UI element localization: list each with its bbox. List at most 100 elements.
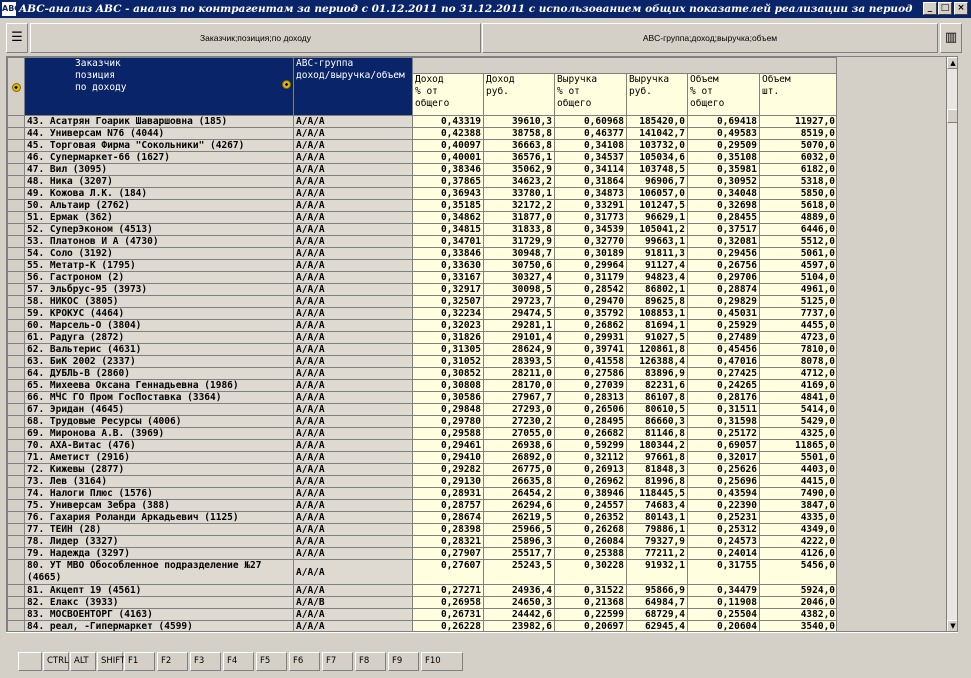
cell-revenue_pct[interactable]: 0,26084	[554, 535, 627, 548]
cell-income_pct[interactable]: 0,29461	[412, 439, 484, 452]
cell-income_pct[interactable]: 0,36943	[412, 187, 484, 200]
row-marker[interactable]	[7, 511, 25, 524]
cell-volume_qty[interactable]: 4325,0	[758, 427, 836, 440]
cell-revenue_rub[interactable]: 91127,4	[626, 259, 688, 272]
cell-volume_pct[interactable]: 0,31755	[687, 559, 760, 585]
cell-income_pct[interactable]: 0,32917	[412, 283, 484, 296]
cell-revenue_rub[interactable]: 95866,9	[626, 584, 688, 597]
cell-revenue_rub[interactable]: 185420,0	[626, 115, 688, 128]
row-marker[interactable]	[7, 475, 25, 488]
cell-volume_qty[interactable]: 11927,0	[758, 115, 836, 128]
table-row[interactable]: 48. Ника (3207) A/A/A 0,37865 34623,2 0,3186…	[7, 175, 836, 188]
cell-name[interactable]: 66. МЧС ГО Пром ГосПоставка (3364)	[24, 391, 294, 404]
cell-name[interactable]: 55. Метатр-К (1795)	[24, 259, 294, 272]
column-header-income-rub[interactable]: Доход руб.	[483, 73, 555, 116]
cell-income_rub[interactable]: 25243,5	[483, 559, 555, 585]
f8-key[interactable]: F8	[355, 652, 386, 671]
maximize-button[interactable]: □	[938, 2, 952, 15]
table-row[interactable]: 58. НИКОС (3805) A/A/A 0,32507 29723,7 0,294…	[7, 295, 836, 308]
cell-income_rub[interactable]: 25896,3	[483, 535, 555, 548]
cell-revenue_rub[interactable]: 86660,3	[626, 415, 688, 428]
cell-group[interactable]: A/A/A	[293, 439, 413, 452]
cell-income_pct[interactable]: 0,28398	[412, 523, 484, 536]
cell-name[interactable]: 50. Альтаир (2762)	[24, 199, 294, 212]
row-marker[interactable]	[7, 295, 25, 308]
cell-income_rub[interactable]: 36576,1	[483, 151, 555, 164]
f5-key[interactable]: F5	[256, 652, 287, 671]
cell-revenue_pct[interactable]: 0,26862	[554, 319, 627, 332]
cell-name[interactable]: 45. Торговая Фирма "Сокольники" (4267)	[24, 139, 294, 152]
cell-volume_qty[interactable]: 4455,0	[758, 319, 836, 332]
cell-revenue_rub[interactable]: 106057,0	[626, 187, 688, 200]
cell-name[interactable]: 82. Елакс (3933)	[24, 596, 294, 609]
row-marker[interactable]	[7, 403, 25, 416]
cell-name[interactable]: 71. Аметист (2916)	[24, 451, 294, 464]
cell-group[interactable]: A/A/A	[293, 523, 413, 536]
row-header-sort-icon[interactable]: ◆	[7, 57, 25, 116]
row-marker[interactable]	[7, 427, 25, 440]
cell-name[interactable]: 48. Ника (3207)	[24, 175, 294, 188]
cell-revenue_pct[interactable]: 0,34539	[554, 223, 627, 236]
cell-volume_pct[interactable]: 0,29829	[687, 295, 760, 308]
cell-name[interactable]: 83. МОСВОЕНТОРГ (4163)	[24, 608, 294, 621]
cell-name[interactable]: 49. Кожова Л.К. (184)	[24, 187, 294, 200]
cell-volume_pct[interactable]: 0,28455	[687, 211, 760, 224]
table-row[interactable]: 46. Супермаркет-66 (1627) A/A/A 0,40001 365…	[7, 151, 836, 164]
cell-income_pct[interactable]: 0,32023	[412, 319, 484, 332]
cell-income_rub[interactable]: 27055,0	[483, 427, 555, 440]
cell-revenue_pct[interactable]: 0,29964	[554, 259, 627, 272]
table-row[interactable]: 54. Соло (3192) A/A/A 0,33846 30948,7 0,3018…	[7, 247, 836, 260]
cell-name[interactable]: 78. Лидер (3327)	[24, 535, 294, 548]
cell-name[interactable]: 73. Лев (3164)	[24, 475, 294, 488]
cell-name[interactable]: 60. Марсель-О (3804)	[24, 319, 294, 332]
cell-volume_pct[interactable]: 0,31511	[687, 403, 760, 416]
cell-volume_qty[interactable]: 11865,0	[758, 439, 836, 452]
row-marker[interactable]	[7, 463, 25, 476]
cell-volume_qty[interactable]: 5104,0	[758, 271, 836, 284]
cell-name[interactable]: 72. Кижевы (2877)	[24, 463, 294, 476]
cell-income_pct[interactable]: 0,29410	[412, 451, 484, 464]
cell-volume_qty[interactable]: 4222,0	[758, 535, 836, 548]
row-marker[interactable]	[7, 283, 25, 296]
table-row[interactable]: 83. МОСВОЕНТОРГ (4163) A/A/A 0,26731 24442,…	[7, 608, 836, 621]
cell-income_rub[interactable]: 26294,6	[483, 499, 555, 512]
cell-income_rub[interactable]: 38758,8	[483, 127, 555, 140]
cell-income_rub[interactable]: 30750,6	[483, 259, 555, 272]
cell-income_pct[interactable]: 0,30808	[412, 379, 484, 392]
cell-income_pct[interactable]: 0,29780	[412, 415, 484, 428]
cell-group[interactable]: A/A/A	[293, 463, 413, 476]
cell-revenue_pct[interactable]: 0,31522	[554, 584, 627, 597]
cell-name[interactable]: 81. Акцепт 19 (4561)	[24, 584, 294, 597]
cell-revenue_pct[interactable]: 0,29470	[554, 295, 627, 308]
f3-key[interactable]: F3	[190, 652, 221, 671]
cell-revenue_pct[interactable]: 0,33291	[554, 199, 627, 212]
cell-revenue_pct[interactable]: 0,59299	[554, 439, 627, 452]
cell-income_rub[interactable]: 31833,8	[483, 223, 555, 236]
cell-revenue_rub[interactable]: 68729,4	[626, 608, 688, 621]
cell-volume_qty[interactable]: 3847,0	[758, 499, 836, 512]
cell-volume_pct[interactable]: 0,25626	[687, 463, 760, 476]
cell-revenue_rub[interactable]: 64984,7	[626, 596, 688, 609]
cell-revenue_rub[interactable]: 91811,3	[626, 247, 688, 260]
cell-name[interactable]: 84. реал, -Гипермаркет (4599)	[24, 620, 294, 631]
cell-name[interactable]: 70. АХА-Витас (476)	[24, 439, 294, 452]
cell-revenue_pct[interactable]: 0,31773	[554, 211, 627, 224]
cell-volume_pct[interactable]: 0,29456	[687, 247, 760, 260]
cell-volume_pct[interactable]: 0,25929	[687, 319, 760, 332]
row-marker[interactable]	[7, 199, 25, 212]
cell-group[interactable]: A/A/A	[293, 283, 413, 296]
cell-group[interactable]: A/A/A	[293, 211, 413, 224]
cell-revenue_pct[interactable]: 0,31864	[554, 175, 627, 188]
row-marker[interactable]	[7, 608, 25, 621]
table-row[interactable]: 60. Марсель-О (3804) A/A/A 0,32023 29281,1 0…	[7, 319, 836, 332]
table-row[interactable]: 82. Елакс (3933) A/A/B 0,26958 24650,3 0,213…	[7, 596, 836, 609]
row-marker[interactable]	[7, 211, 25, 224]
cell-name[interactable]: 75. Универсам Зебра (388)	[24, 499, 294, 512]
cell-group[interactable]: A/A/A	[293, 223, 413, 236]
column-header-abc-group[interactable]: ABC-группа доход/выручка/объем	[293, 57, 413, 116]
table-row[interactable]: 47. Вил (3095) A/A/A 0,38346 35062,9 0,34114…	[7, 163, 836, 176]
cell-volume_qty[interactable]: 5429,0	[758, 415, 836, 428]
cell-group[interactable]: A/A/A	[293, 259, 413, 272]
table-row[interactable]: 64. ДУБЛЬ-В (2860) A/A/A 0,30852 28211,0 0,2…	[7, 367, 836, 380]
cell-volume_pct[interactable]: 0,20604	[687, 620, 760, 631]
